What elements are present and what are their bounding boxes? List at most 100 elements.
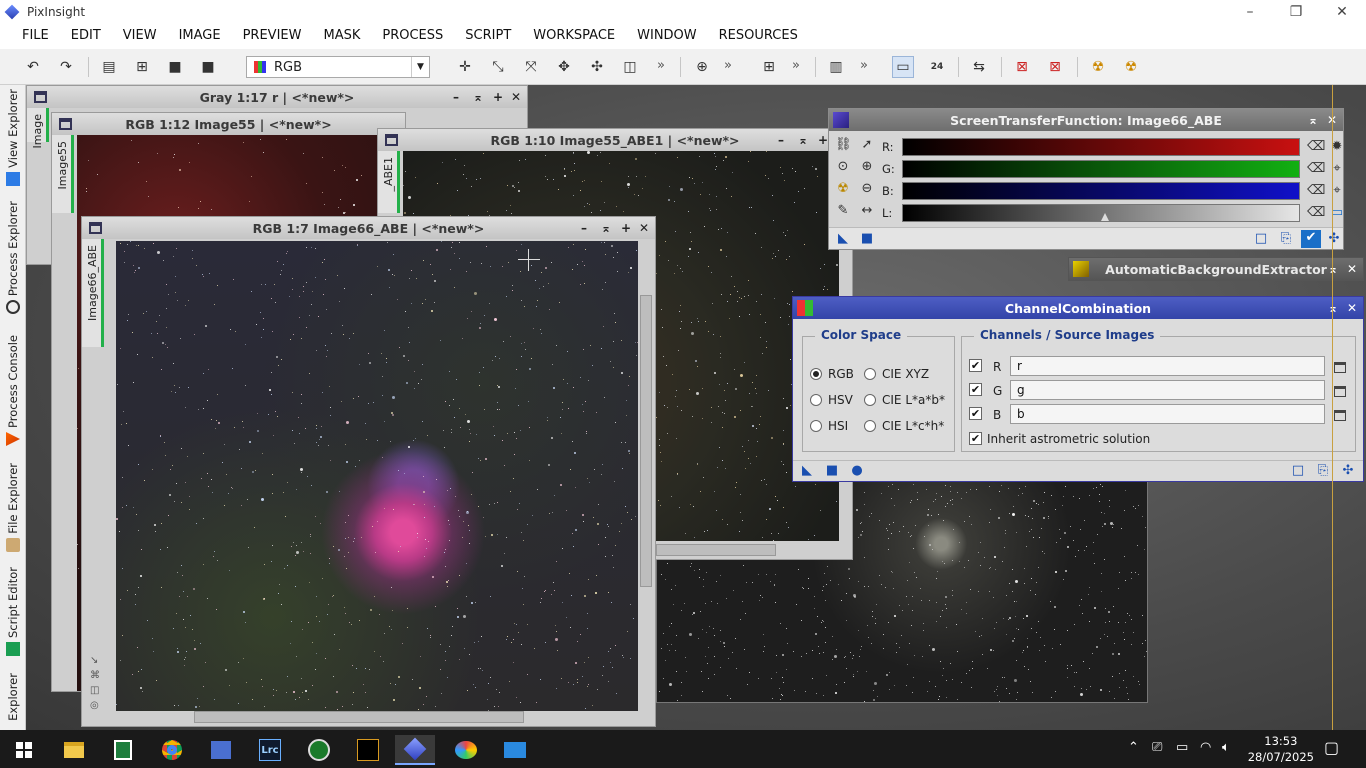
minimize-button[interactable]: –: [1227, 0, 1273, 23]
curve-app-icon[interactable]: [348, 735, 388, 765]
reset-all-icon[interactable]: ✣: [1326, 231, 1342, 247]
taskbar-clock[interactable]: 13:53 28/07/2025: [1248, 733, 1314, 765]
cc-shade-button[interactable]: ⌅: [1325, 300, 1341, 316]
stf-slider-r[interactable]: [902, 138, 1300, 156]
zoom-fit-icon[interactable]: ⤡: [487, 56, 509, 78]
browse-doc-icon[interactable]: ⎘: [1278, 231, 1294, 247]
img66-minimize-button[interactable]: –: [577, 221, 591, 235]
channel-combo[interactable]: RGB ▼: [246, 56, 430, 78]
edit-preview-icon[interactable]: ◫: [619, 56, 641, 78]
volume-icon[interactable]: 🔈︎: [1222, 740, 1230, 755]
zoom-window-icon[interactable]: ⤧: [520, 56, 542, 78]
abe1-shade-button[interactable]: ⌅: [796, 133, 810, 147]
zoom-icon[interactable]: ⊙: [835, 159, 851, 175]
radio-hsi[interactable]: [810, 420, 822, 432]
new-instance-icon[interactable]: ◣: [835, 231, 851, 247]
menu-resources[interactable]: RESOURCES: [708, 23, 809, 49]
paint-icon[interactable]: [446, 735, 486, 765]
img66-side-tools[interactable]: ↘ ⌘ ◫ ◎: [90, 653, 104, 713]
readout-mode-icon[interactable]: ✛: [454, 56, 476, 78]
toolbar-more-4[interactable]: »: [860, 58, 868, 73]
zoom-in-icon[interactable]: ⊕: [859, 159, 875, 175]
apply-global-icon[interactable]: ■: [824, 463, 840, 479]
reset-l-icon[interactable]: ⌫: [1307, 205, 1325, 221]
zoom-out-icon[interactable]: ⊖: [859, 181, 875, 197]
chevron-up-icon[interactable]: ⌃: [1128, 740, 1139, 755]
range-icon[interactable]: ↔: [859, 203, 875, 219]
radio-cie-lch[interactable]: [864, 420, 876, 432]
apply-global-icon[interactable]: ■: [859, 231, 875, 247]
reset-g-icon[interactable]: ⌫: [1307, 161, 1325, 177]
cc-title-bar[interactable]: ChannelCombination ⌅ ✕: [793, 297, 1363, 319]
image-window-image66-abe[interactable]: RGB 1:7 Image66_ABE | <*new*> – ⌅ + ✕ Im…: [81, 216, 656, 727]
gray-view-tab[interactable]: Image: [27, 108, 49, 148]
menu-image[interactable]: IMAGE: [168, 23, 232, 49]
chevron-down-icon[interactable]: ▼: [411, 57, 429, 77]
radio-hsv[interactable]: [810, 394, 822, 406]
image-info-icon[interactable]: ▤: [98, 56, 120, 78]
img66-maximize-button[interactable]: +: [619, 221, 633, 235]
tab-view-explorer[interactable]: View Explorer: [0, 89, 26, 186]
gray-close-button[interactable]: ✕: [509, 90, 523, 104]
image-window-gray-title[interactable]: Gray 1:17 r | <*new*> – ⌅ + ✕: [27, 86, 527, 108]
tab-process-explorer[interactable]: Process Explorer: [0, 201, 26, 315]
gray-minimize-button[interactable]: –: [449, 90, 463, 104]
checkbox-b[interactable]: ✔: [969, 407, 982, 420]
windows-start-icon[interactable]: [4, 735, 44, 765]
new-preview-icon[interactable]: ⊞: [758, 56, 780, 78]
stf-slider-l[interactable]: [902, 204, 1300, 222]
undo-icon[interactable]: ↶: [22, 56, 44, 78]
menu-window[interactable]: WINDOW: [626, 23, 708, 49]
zoom-in-icon[interactable]: ⊕: [691, 56, 713, 78]
checkbox-g[interactable]: ✔: [969, 383, 982, 396]
browse-doc-icon[interactable]: ⎘: [1315, 463, 1331, 479]
new-instance-icon[interactable]: ◣: [799, 463, 815, 479]
notification-icon[interactable]: ▢: [1324, 738, 1339, 757]
radioactive-reset-icon[interactable]: ☢: [1087, 56, 1109, 78]
close-button[interactable]: ✕: [1319, 0, 1365, 23]
wrench-icon[interactable]: ✎: [835, 203, 851, 219]
abe1-view-tab[interactable]: _ABE1: [378, 151, 400, 213]
select-view-r-icon[interactable]: [1334, 362, 1346, 373]
image-window-image66-abe-title[interactable]: RGB 1:7 Image66_ABE | <*new*> – ⌅ + ✕: [82, 217, 655, 239]
window-menu-icon[interactable]: [59, 118, 72, 130]
abe1-horizontal-scrollbar[interactable]: [656, 544, 776, 556]
menu-file[interactable]: FILE: [11, 23, 60, 49]
image55-view-tab[interactable]: Image55: [52, 135, 74, 213]
radio-cie-lab[interactable]: [864, 394, 876, 406]
pointer-icon[interactable]: ➚: [859, 137, 875, 153]
reset-r-icon[interactable]: ⌫: [1307, 139, 1325, 155]
redo-icon[interactable]: ↷: [55, 56, 77, 78]
preview-icon[interactable]: □: [1290, 463, 1306, 479]
menu-edit[interactable]: EDIT: [60, 23, 112, 49]
file-explorer-icon[interactable]: [54, 735, 94, 765]
stf-monitor-icon[interactable]: ▭: [892, 56, 914, 78]
delete-preview-icon[interactable]: ⊠: [1044, 56, 1066, 78]
mask-icon[interactable]: ▥: [825, 56, 847, 78]
source-g-field[interactable]: g: [1010, 380, 1325, 400]
select-view-b-icon[interactable]: [1334, 410, 1346, 421]
network-tool-icon[interactable]: [201, 735, 241, 765]
img66-vertical-scrollbar[interactable]: [640, 295, 652, 587]
menu-mask[interactable]: MASK: [312, 23, 371, 49]
delete-mask-icon[interactable]: ⊠: [1011, 56, 1033, 78]
image-window-image55-title[interactable]: RGB 1:12 Image55 | <*new*>: [52, 113, 405, 135]
abe-window[interactable]: AutomaticBackgroundExtractor ⌅ ✕: [1068, 257, 1364, 281]
gray-maximize-button[interactable]: +: [491, 90, 505, 104]
source-r-field[interactable]: r: [1010, 356, 1325, 376]
auto-stretch-icon[interactable]: ☢: [1120, 56, 1142, 78]
rgb-channels-icon[interactable]: ■: [164, 56, 186, 78]
stf-shade-button[interactable]: ⌅: [1305, 112, 1321, 128]
radio-cie-xyz[interactable]: [864, 368, 876, 380]
execute-icon[interactable]: ●: [849, 463, 865, 479]
tab-script-editor[interactable]: Script Editor: [0, 567, 26, 657]
stf-slider-g[interactable]: [902, 160, 1300, 178]
stf-24bit-icon[interactable]: 24: [926, 56, 948, 78]
menu-preview[interactable]: PREVIEW: [232, 23, 313, 49]
channel-select-icon[interactable]: ■: [197, 56, 219, 78]
img66-view-tab[interactable]: Image66_ABE: [82, 239, 104, 347]
stf-midtones-marker[interactable]: [1101, 213, 1109, 221]
checkbox-r[interactable]: ✔: [969, 359, 982, 372]
window-menu-icon[interactable]: [385, 134, 398, 146]
camera-icon[interactable]: ⎚: [1152, 740, 1162, 755]
